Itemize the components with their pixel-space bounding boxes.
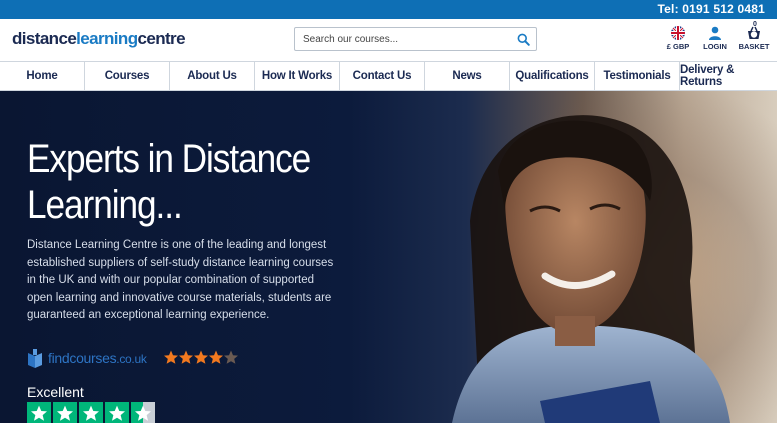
findcourses-logo-text: findcourses.co.uk <box>48 350 147 366</box>
trustpilot-star-3 <box>79 402 103 423</box>
site-header: distancelearningcentre £ GBP <box>0 19 777 61</box>
search-box <box>294 27 537 51</box>
currency-label: £ GBP <box>666 42 690 51</box>
nav-item-about-us[interactable]: About Us <box>170 62 255 90</box>
login-label: LOGIN <box>703 42 727 51</box>
logo-part-distance: distance <box>12 29 77 48</box>
trustpilot-label: Excellent <box>27 384 84 400</box>
nav-item-delivery-returns[interactable]: Delivery & Returns <box>680 62 777 90</box>
star-icon <box>135 405 151 421</box>
uk-flag-icon <box>671 26 685 40</box>
currency-selector[interactable]: £ GBP <box>661 26 695 51</box>
main-navigation: Home Courses About Us How It Works Conta… <box>0 61 777 91</box>
search-input[interactable] <box>303 31 508 47</box>
findcourses-book-icon <box>28 349 42 368</box>
nav-item-contact-us[interactable]: Contact Us <box>340 62 425 90</box>
star-icon <box>31 405 47 421</box>
trustpilot-star-2 <box>53 402 77 423</box>
login-link[interactable]: LOGIN <box>698 26 732 51</box>
logo-part-learning: learning <box>76 29 138 48</box>
basket-icon <box>748 26 760 39</box>
trustpilot-stars[interactable] <box>27 402 155 423</box>
nav-item-how-it-works[interactable]: How It Works <box>255 62 340 90</box>
nav-item-home[interactable]: Home <box>0 62 85 90</box>
basket-label: BASKET <box>738 42 770 51</box>
star-icon <box>57 405 73 421</box>
trustpilot-star-5 <box>131 402 155 423</box>
logo-part-centre: centre <box>137 29 186 48</box>
nav-item-qualifications[interactable]: Qualifications <box>510 62 595 90</box>
site-logo[interactable]: distancelearningcentre <box>12 29 186 49</box>
telephone-number[interactable]: Tel: 0191 512 0481 <box>658 2 765 16</box>
nav-item-news[interactable]: News <box>425 62 510 90</box>
findcourses-name: findcourses <box>48 350 117 366</box>
hero-banner: Experts in Distance Learning... Distance… <box>0 91 777 423</box>
findcourses-tld: .co.uk <box>116 352 147 366</box>
star-icon <box>83 405 99 421</box>
trustpilot-star-1 <box>27 402 51 423</box>
basket-count: 0 <box>753 21 757 28</box>
hero-title: Experts in Distance Learning... <box>27 137 311 227</box>
search-icon[interactable] <box>517 33 530 46</box>
trustpilot-star-4 <box>105 402 129 423</box>
nav-item-testimonials[interactable]: Testimonials <box>595 62 680 90</box>
nav-item-courses[interactable]: Courses <box>85 62 170 90</box>
basket-link[interactable]: 0 BASKET <box>737 21 771 51</box>
top-bar: Tel: 0191 512 0481 <box>0 0 777 19</box>
user-icon <box>709 26 721 40</box>
findcourses-stars-icon <box>164 350 238 364</box>
star-icon <box>109 405 125 421</box>
hero-description: Distance Learning Centre is one of the l… <box>27 239 334 321</box>
